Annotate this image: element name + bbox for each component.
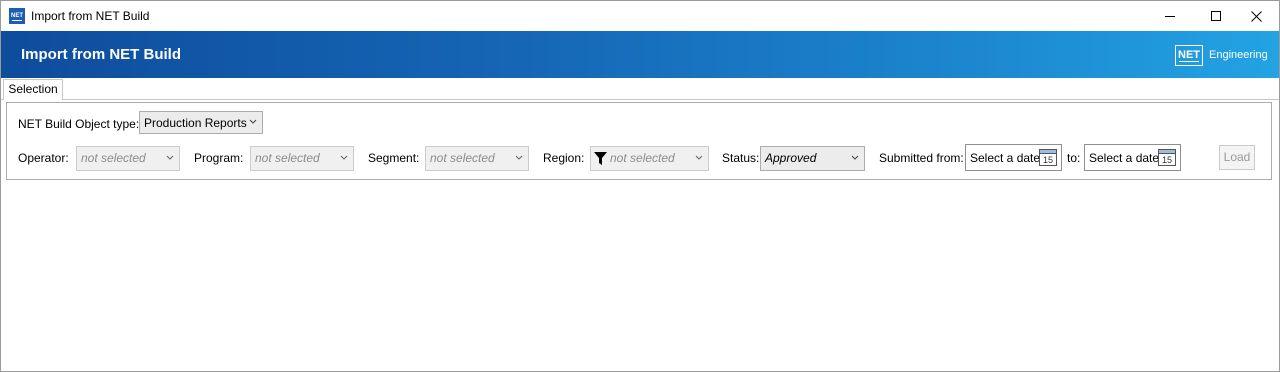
segment-value: not selected (430, 151, 495, 165)
title-bar: NET Import from NET Build (1, 1, 1279, 31)
segment-dropdown[interactable]: not selected (425, 146, 529, 171)
chevron-down-icon (340, 155, 348, 160)
close-icon (1250, 10, 1262, 22)
app-icon: NET (9, 8, 25, 24)
brand-logo-text: Engineering (1209, 49, 1268, 61)
region-dropdown[interactable]: not selected (590, 146, 709, 171)
submitted-to-label: to: (1067, 151, 1081, 165)
close-button[interactable] (1233, 1, 1279, 31)
load-button[interactable]: Load (1219, 145, 1255, 170)
filter-icon (594, 152, 607, 165)
chevron-down-icon (695, 155, 703, 160)
status-dropdown[interactable]: Approved (760, 146, 865, 171)
window-title: Import from NET Build (31, 9, 150, 23)
calendar-icon[interactable]: 15 (1039, 149, 1057, 166)
chevron-down-icon (851, 155, 859, 160)
operator-label: Operator: (18, 151, 69, 165)
import-window: NET Import from NET Build Import from NE… (0, 0, 1280, 372)
minimize-icon (1165, 16, 1175, 17)
operator-value: not selected (81, 151, 146, 165)
calendar-icon[interactable]: 15 (1158, 149, 1176, 166)
status-label: Status: (722, 151, 760, 165)
selection-panel: NET Build Object type: Production Report… (6, 102, 1272, 180)
chevron-down-icon (515, 155, 523, 160)
program-label: Program: (194, 151, 244, 165)
status-value: Approved (765, 151, 817, 165)
chevron-down-icon (166, 155, 174, 160)
region-label: Region: (543, 151, 585, 165)
submitted-from-datepicker[interactable]: Select a date 15 (965, 144, 1062, 171)
header-banner: Import from NET Build NET Engineering (1, 31, 1279, 78)
submitted-from-label: Submitted from: (879, 151, 964, 165)
tab-divider (1, 99, 1279, 100)
program-value: not selected (255, 151, 320, 165)
tab-selection[interactable]: Selection (3, 79, 63, 100)
submitted-from-value: Select a date (970, 151, 1041, 165)
submitted-to-datepicker[interactable]: Select a date 15 (1084, 144, 1181, 171)
banner-title: Import from NET Build (21, 46, 181, 63)
submitted-to-value: Select a date (1089, 151, 1160, 165)
region-value: not selected (610, 151, 675, 165)
segment-label: Segment: (368, 151, 420, 165)
object-type-dropdown[interactable]: Production Reports (139, 111, 263, 134)
operator-dropdown[interactable]: not selected (76, 146, 180, 171)
minimize-button[interactable] (1147, 1, 1193, 31)
object-type-value: Production Reports (144, 116, 247, 130)
program-dropdown[interactable]: not selected (250, 146, 354, 171)
brand-logo: NET Engineering (1175, 44, 1268, 66)
object-type-label: NET Build Object type: (18, 117, 140, 131)
chevron-down-icon (249, 119, 257, 124)
brand-logo-box: NET (1175, 44, 1203, 66)
maximize-icon (1211, 11, 1221, 21)
